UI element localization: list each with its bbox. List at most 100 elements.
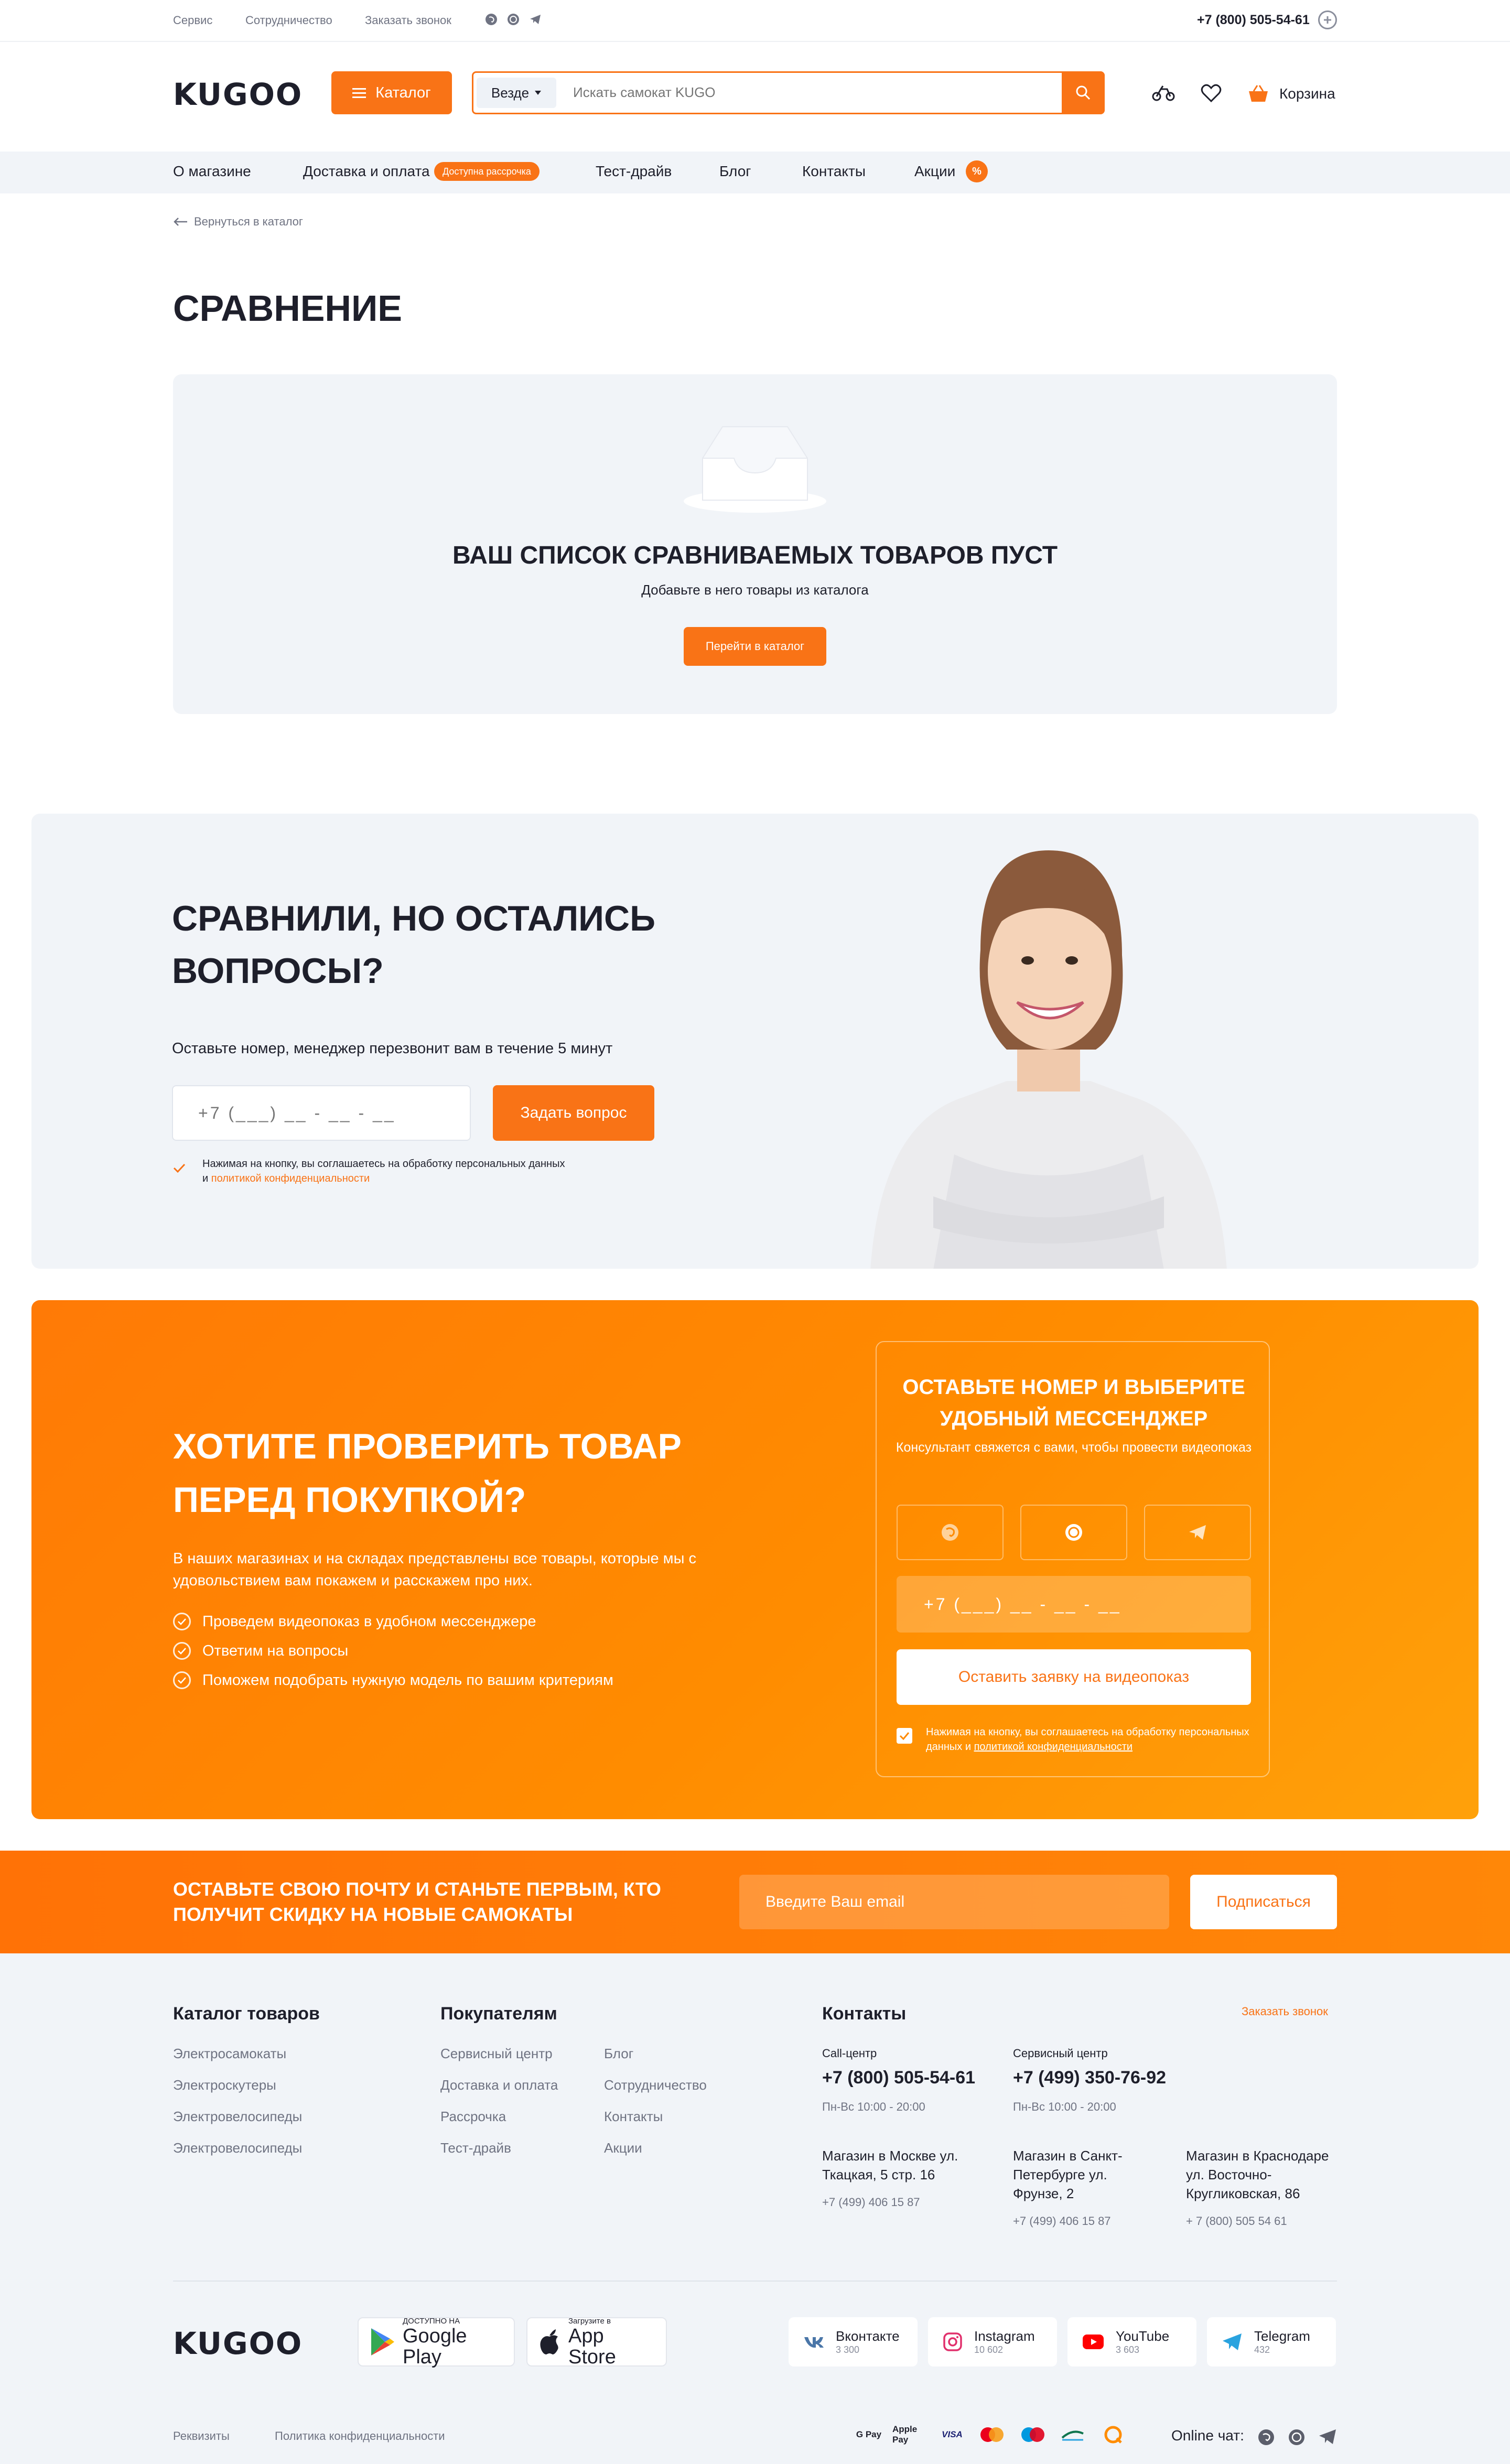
- privacy-policy-link[interactable]: Политика конфиденциальности: [275, 2429, 445, 2443]
- consent-checkbox[interactable]: [172, 1161, 187, 1175]
- footer-link[interactable]: Рассрочка: [440, 2109, 506, 2125]
- video-privacy-link[interactable]: политикой конфиденциальности: [974, 1741, 1132, 1753]
- footer-link[interactable]: Доставка и оплата: [440, 2077, 558, 2093]
- viber-icon[interactable]: [1257, 2428, 1275, 2446]
- video-consent-checkbox[interactable]: [897, 1728, 912, 1744]
- app-store-button[interactable]: Загрузите в App Store: [526, 2316, 667, 2368]
- social-youtube[interactable]: YouTube 3 603: [1067, 2317, 1196, 2366]
- google-play-label: Google Play: [403, 2325, 467, 2368]
- go-to-catalog-button[interactable]: Перейти в каталог: [684, 627, 826, 666]
- social-instagram[interactable]: Instagram 10 602: [928, 2317, 1057, 2366]
- caret-down-icon: [534, 90, 542, 95]
- nav-item-contacts[interactable]: Контакты: [802, 163, 866, 180]
- store-address-spb: Магазин в Санкт-Петербурге ул. Фрунзе, 2: [1013, 2148, 1123, 2201]
- app-store-small: Загрузите в: [568, 2316, 611, 2326]
- footer-link[interactable]: Контакты: [604, 2109, 663, 2125]
- messenger-viber-button[interactable]: [897, 1505, 1004, 1560]
- nav-item-sales[interactable]: Акции: [914, 163, 955, 180]
- subscribe-button[interactable]: Подписаться: [1190, 1875, 1337, 1929]
- footer-divider: [173, 2281, 1337, 2282]
- empty-compare-panel: ВАШ СПИСОК СРАВНИВАЕМЫХ ТОВАРОВ ПУСТ Доб…: [173, 374, 1337, 714]
- search-scope-select[interactable]: Везде: [477, 78, 556, 108]
- footer-link[interactable]: Акции: [604, 2140, 642, 2156]
- viber-icon[interactable]: [484, 13, 498, 26]
- top-phone[interactable]: +7 (800) 505-54-61: [1197, 13, 1310, 28]
- social-instagram-count: 10 602: [974, 2344, 1004, 2355]
- maestro-icon: [1017, 2424, 1049, 2445]
- video-check-text: В наших магазинах и на складах представл…: [173, 1550, 696, 1589]
- top-link-service[interactable]: Сервис: [173, 14, 212, 27]
- qiwi-icon: [1101, 2424, 1125, 2445]
- plus-icon[interactable]: [1318, 10, 1337, 29]
- store-phone-krasnodar[interactable]: + 7 (800) 505 54 61: [1186, 2214, 1287, 2228]
- whatsapp-icon[interactable]: [1288, 2428, 1306, 2446]
- footer-link[interactable]: Сервисный центр: [440, 2046, 553, 2062]
- messenger-whatsapp-button[interactable]: [1020, 1505, 1127, 1560]
- mastercard-icon: [976, 2424, 1008, 2445]
- nav-item-delivery[interactable]: Доставка и оплата: [303, 163, 430, 180]
- telegram-icon[interactable]: [528, 13, 542, 26]
- footer-logo[interactable]: KUGOO: [173, 2326, 303, 2361]
- search-button[interactable]: [1062, 71, 1105, 114]
- logo[interactable]: KUGOO: [173, 77, 303, 112]
- requisites-link[interactable]: Реквизиты: [173, 2429, 230, 2443]
- privacy-link[interactable]: политикой конфиденциальности: [211, 1173, 370, 1184]
- phone-input[interactable]: [172, 1085, 471, 1141]
- google-play-button[interactable]: ДОСТУПНО НА Google Play: [358, 2316, 515, 2368]
- telegram-icon: [1222, 2332, 1243, 2351]
- nav-item-about[interactable]: О магазине: [173, 163, 251, 180]
- video-request-button[interactable]: Оставить заявку на видеопоказ: [897, 1649, 1251, 1705]
- video-check-title: ХОТИТЕ ПРОВЕРИТЬ ТОВАР ПЕРЕД ПОКУПКОЙ?: [173, 1426, 682, 1520]
- whatsapp-icon[interactable]: [506, 13, 520, 26]
- telegram-icon[interactable]: [1318, 2428, 1337, 2445]
- service-phone[interactable]: +7 (499) 350-76-92: [1013, 2068, 1166, 2088]
- sale-badge: %: [966, 160, 988, 182]
- back-link[interactable]: Вернуться в каталог: [173, 215, 303, 229]
- footer-link[interactable]: Тест-драйв: [440, 2140, 511, 2156]
- footer-callback-link[interactable]: Заказать звонок: [1242, 2005, 1328, 2018]
- cart-label[interactable]: Корзина: [1279, 85, 1335, 102]
- compare-icon[interactable]: [1151, 84, 1175, 103]
- online-chat-label: Online чат:: [1171, 2427, 1244, 2444]
- arrow-left-icon: [173, 217, 188, 226]
- check-circle-icon: [173, 1642, 191, 1660]
- footer-buyers-title: Покупателям: [440, 2004, 557, 2024]
- footer-link[interactable]: Сотрудничество: [604, 2077, 707, 2093]
- messenger-telegram-button[interactable]: [1144, 1505, 1251, 1560]
- catalog-button[interactable]: Каталог: [331, 71, 452, 114]
- callcenter-phone[interactable]: +7 (800) 505-54-61: [822, 2068, 975, 2088]
- ask-question-button[interactable]: Задать вопрос: [493, 1085, 654, 1141]
- email-input[interactable]: [739, 1875, 1169, 1929]
- social-vk[interactable]: Вконтакте 3 300: [789, 2317, 918, 2366]
- search-input[interactable]: [573, 84, 940, 101]
- heart-icon[interactable]: [1201, 84, 1222, 103]
- nav-item-blog[interactable]: Блог: [719, 163, 751, 180]
- check-circle-icon: [173, 1613, 191, 1630]
- footer-link[interactable]: Электровелосипеды: [173, 2140, 302, 2156]
- benefit-label: Проведем видеопоказ в удобном мессенджер…: [202, 1613, 536, 1630]
- cart-icon[interactable]: [1247, 84, 1270, 104]
- nav-item-testdrive[interactable]: Тест-драйв: [596, 163, 672, 180]
- footer-link[interactable]: Электроскутеры: [173, 2077, 276, 2093]
- viber-icon: [940, 1522, 961, 1543]
- instagram-icon: [943, 2332, 963, 2352]
- top-link-callback[interactable]: Заказать звонок: [365, 14, 451, 27]
- footer-link[interactable]: Электровелосипеды: [173, 2109, 302, 2125]
- social-telegram[interactable]: Telegram 432: [1207, 2317, 1336, 2366]
- app-store-label: App Store: [568, 2325, 616, 2368]
- store-phone-moscow[interactable]: +7 (499) 406 15 87: [822, 2196, 920, 2209]
- video-phone-input[interactable]: [897, 1576, 1251, 1633]
- video-request-form: ОСТАВЬТЕ НОМЕР И ВЫБЕРИТЕ УДОБНЫЙ МЕССЕН…: [876, 1341, 1270, 1777]
- google-play-small: ДОСТУПНО НА: [403, 2316, 460, 2326]
- service-label: Сервисный центр: [1013, 2047, 1108, 2060]
- benefit-label: Поможем подобрать нужную модель по вашим…: [202, 1671, 613, 1689]
- empty-subtitle: Добавьте в него товары из каталога: [641, 582, 869, 598]
- search-icon: [1075, 84, 1092, 101]
- store-phone-spb[interactable]: +7 (499) 406 15 87: [1013, 2214, 1111, 2228]
- footer-link[interactable]: Электросамокаты: [173, 2046, 286, 2062]
- top-link-partnership[interactable]: Сотрудничество: [245, 14, 332, 27]
- visa-icon: VISA: [942, 2429, 963, 2439]
- footer-link[interactable]: Блог: [604, 2046, 633, 2062]
- top-bar: Сервис Сотрудничество Заказать звонок +7…: [0, 0, 1510, 42]
- subscribe-band: ОСТАВЬТЕ СВОЮ ПОЧТУ И СТАНЬТЕ ПЕРВЫМ, КТ…: [0, 1851, 1510, 1953]
